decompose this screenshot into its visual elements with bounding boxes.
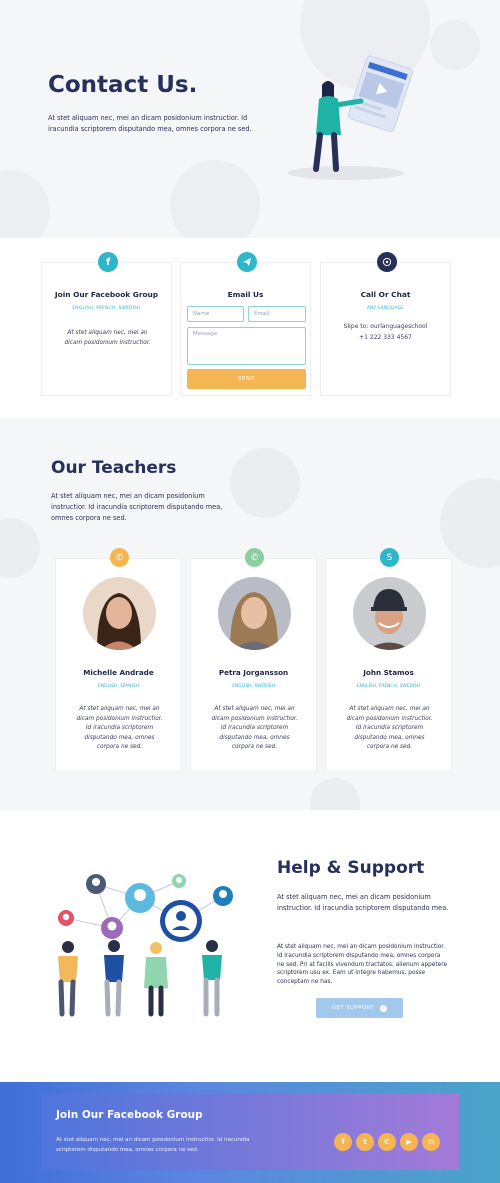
card-title: Join Our Facebook Group: [54, 290, 159, 299]
hero-description: At stet aliquam nec, mei an dicam posido…: [48, 114, 252, 133]
background-blob: [430, 20, 480, 70]
teacher-description: At stet aliquam nec, mei an dicam posido…: [76, 706, 163, 751]
background-blob: [230, 448, 300, 518]
whatsapp-icon[interactable]: ✆: [378, 1133, 396, 1151]
hero-section: Contact Us. At stet aliquam nec, mei an …: [0, 0, 500, 238]
send-button[interactable]: SEND: [187, 369, 306, 389]
telegram-icon[interactable]: [237, 252, 257, 272]
footer-title: Join Our Facebook Group: [56, 1109, 203, 1121]
twitter-icon[interactable]: t: [356, 1133, 374, 1151]
teacher-languages: ENGLISH, FRENCH, SWEDISH: [356, 684, 421, 689]
teacher-languages: ENGLISH, SPANISH: [98, 684, 139, 689]
help-section: Help & Support At stet aliquam nec, mei …: [0, 810, 500, 1082]
contact-section: f Join Our Facebook Group ENGLISH, FRENC…: [0, 238, 500, 418]
teacher-languages: ENGLISH, SWEDISH: [232, 684, 275, 689]
question-icon: ?: [380, 1005, 388, 1012]
facebook-group-banner: Join Our Facebook Group At stet aliquam …: [41, 1094, 459, 1170]
card-title: Call Or Chat: [360, 290, 411, 299]
card-description: At stet aliquam nec, mei an dicam posido…: [64, 330, 151, 346]
footer-description: At stet aliquam nec, mei an dicam posido…: [56, 1137, 250, 1153]
teacher-card: S John Stamos ENGLISH, FRENCH, SWEDISH A…: [325, 548, 452, 772]
get-support-button[interactable]: GET SUPPORT ?: [316, 998, 403, 1018]
card-subtitle: ANY LANGUAGE: [366, 306, 405, 311]
whatsapp-icon[interactable]: [377, 252, 397, 272]
help-body: At stet aliquam nec, mei an dicam posido…: [277, 944, 448, 986]
facebook-card: f Join Our Facebook Group ENGLISH, FRENC…: [41, 252, 172, 396]
avatar: [353, 577, 426, 650]
teacher-description: At stet aliquam nec, mei an dicam posido…: [346, 706, 433, 751]
whatsapp-icon[interactable]: ✆: [110, 548, 129, 567]
avatar: [83, 577, 156, 650]
teachers-section: Our Teachers At stet aliquam nec, mei an…: [0, 418, 500, 810]
background-blob: [0, 170, 50, 238]
card-subtitle: ENGLISH, FRENCH, SWEDISH: [72, 306, 141, 311]
email-field[interactable]: Email: [248, 306, 306, 322]
avatar: [218, 577, 291, 650]
message-field[interactable]: Message: [187, 327, 306, 365]
background-blob: [310, 778, 360, 810]
paper-plane-icon: [243, 258, 251, 266]
community-illustration: [58, 874, 233, 1017]
wechat-icon[interactable]: ✉: [422, 1133, 440, 1151]
footer: Join Our Facebook Group At stet aliquam …: [0, 1082, 500, 1183]
background-blob: [0, 518, 40, 578]
section-title: Help & Support: [277, 858, 425, 878]
skype-icon[interactable]: S: [380, 548, 399, 567]
teacher-card: ✆ Michelle Andrade ENGLISH, SPANISH At s…: [55, 548, 182, 772]
button-label: GET SUPPORT: [331, 1005, 375, 1011]
facebook-icon[interactable]: f: [98, 252, 118, 272]
teacher-name: Michelle Andrade: [83, 668, 154, 677]
teacher-name: John Stamos: [363, 668, 414, 677]
page-title: Contact Us.: [48, 72, 198, 98]
background-blob: [440, 478, 500, 568]
skype-handle: Skpe to: ourlanguageschool: [343, 323, 428, 330]
background-blob: [170, 160, 260, 238]
section-title: Our Teachers: [51, 458, 177, 478]
teacher-description: At stet aliquam nec, mei an dicam posido…: [211, 706, 298, 751]
facebook-icon[interactable]: f: [334, 1133, 352, 1151]
email-card: Email Us Name Email Message SEND: [180, 252, 311, 396]
help-intro: At stet aliquam nec, mei an dicam posido…: [277, 893, 449, 912]
hero-illustration: [288, 55, 413, 180]
name-field[interactable]: Name: [187, 306, 244, 322]
section-description: At stet aliquam nec, mei an dicam posido…: [51, 492, 223, 522]
card-title: Email Us: [227, 290, 264, 299]
whatsapp-icon[interactable]: ✆: [245, 548, 264, 567]
call-card: Call Or Chat ANY LANGUAGE Skpe to: ourla…: [320, 252, 451, 396]
youtube-icon[interactable]: ▶: [400, 1133, 418, 1151]
phone-icon: [382, 257, 392, 267]
teacher-name: Petra Jorgansson: [218, 668, 289, 677]
teacher-card: ✆ Petra Jorgansson ENGLISH, SWEDISH At s…: [190, 548, 317, 772]
phone-number[interactable]: +1 222 333 4567: [321, 334, 450, 341]
